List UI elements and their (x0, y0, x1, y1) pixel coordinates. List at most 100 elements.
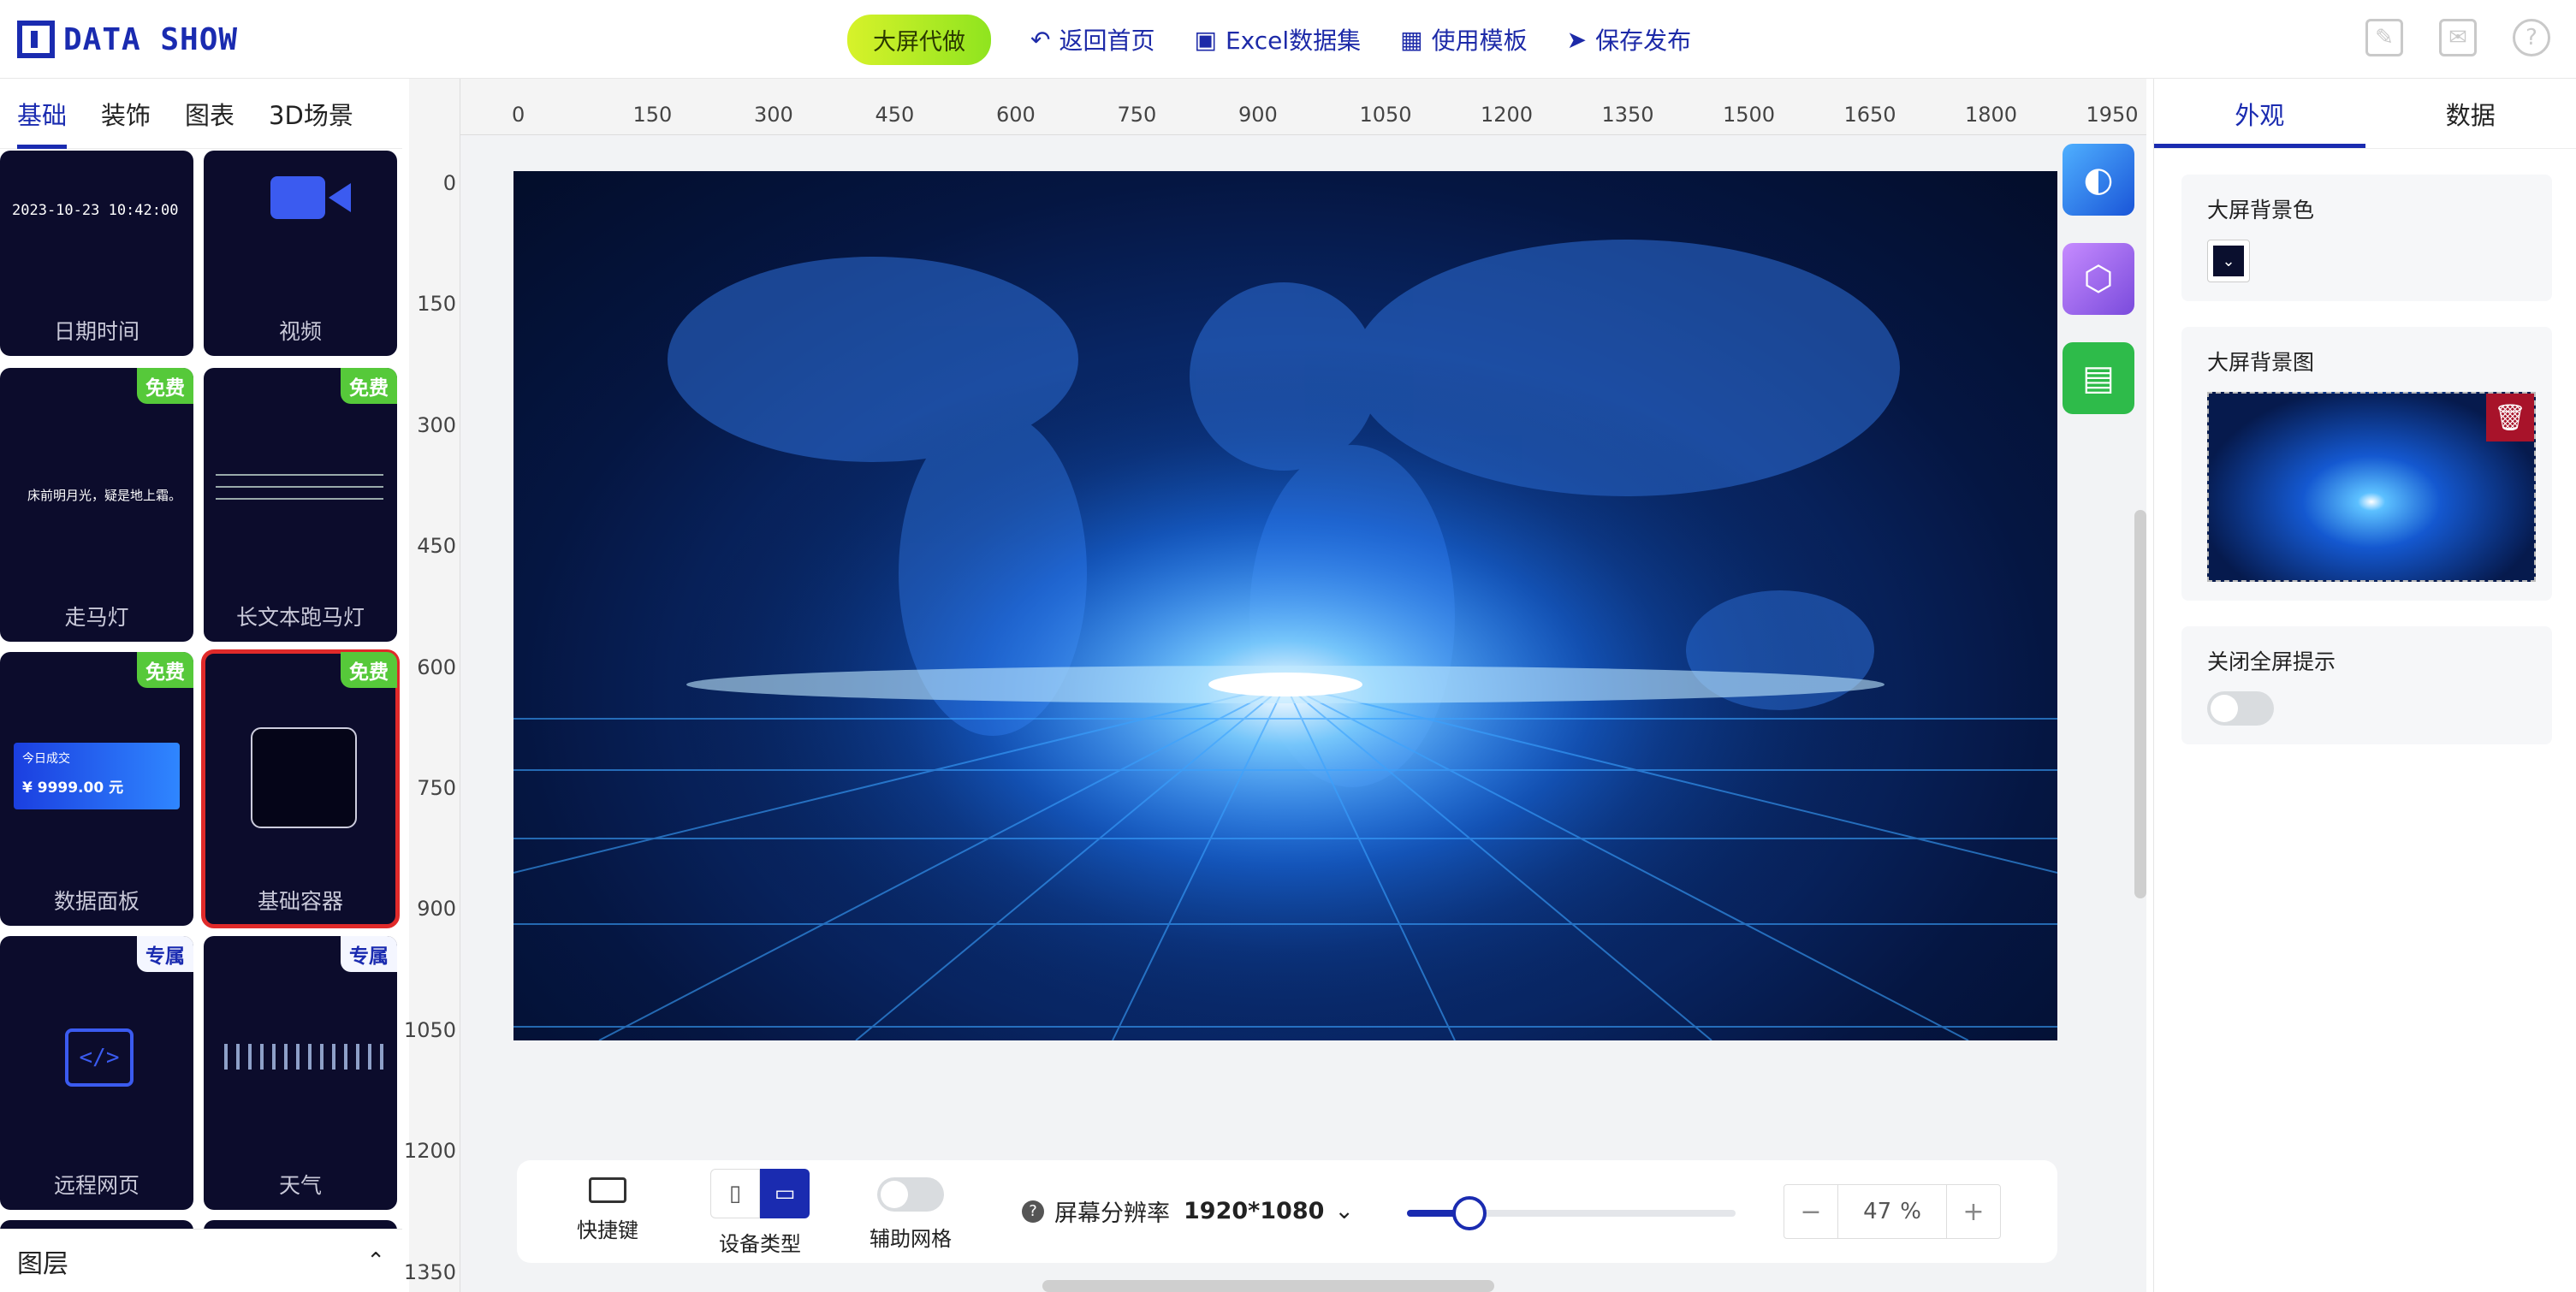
chevron-up-icon[interactable]: ⌃ (366, 1248, 385, 1274)
ruler-tick-label: 1200 (1481, 103, 1534, 127)
component-card-weather[interactable]: 专属 天气 (204, 936, 397, 1210)
data-panel-preview: 今日成交 ¥ 9999.00 元 (14, 743, 180, 809)
canvas-bottom-toolbar: 快捷键 ▯ ▭ 设备类型 辅助网格 ? 屏幕分辨率 1920*1080 ⌄ − … (517, 1160, 2057, 1263)
component-card-datetime[interactable]: 2023-10-23 10:42:00 日期时间 (0, 151, 193, 356)
card-label: 天气 (278, 1173, 322, 1198)
layers-label: 图层 (17, 1248, 68, 1279)
component-card-data-panel[interactable]: 免费 今日成交 ¥ 9999.00 元 数据面板 (0, 652, 193, 926)
zoom-in-button[interactable]: + (1947, 1197, 2000, 1227)
help-icon[interactable]: ? (2513, 19, 2550, 56)
vertical-ruler: 0 150 300 450 600 750 900 1050 1200 1350 (404, 79, 460, 1292)
theme-tool-button[interactable]: ◐ (2063, 144, 2134, 216)
component-card-basic-container[interactable]: 免费 基础容器 (201, 649, 400, 928)
3d-tool-button[interactable]: ⬡ (2063, 243, 2134, 315)
free-badge: 免费 (341, 652, 397, 688)
ruler-tick-label: 750 (417, 776, 456, 800)
fullscreen-tip-toggle[interactable] (2207, 691, 2274, 726)
ruler-tick-label: 150 (417, 292, 456, 317)
big-screen-canvas[interactable] (513, 171, 2057, 1040)
resolution-label: 屏幕分辨率 (1054, 1200, 1170, 1227)
ruler-tick-label: 1350 (403, 1259, 456, 1284)
logo-icon (17, 21, 55, 58)
fullscreen-tip-label: 关闭全屏提示 (2207, 649, 2336, 674)
delete-image-button[interactable]: 🗑 (2486, 394, 2534, 442)
data-panel-preview-value: ¥ 9999.00 元 (22, 779, 124, 797)
long-text-preview (216, 469, 383, 508)
header-right-icons: ✎ ✉ ? (2365, 19, 2550, 56)
excel-icon: ▤ (2082, 359, 2115, 398)
vertical-scrollbar[interactable] (2134, 510, 2146, 898)
layers-panel-header[interactable]: 图层 ⌃ (0, 1229, 402, 1292)
fullscreen-tip-section: 关闭全屏提示 (2181, 626, 2552, 744)
code-icon: </> (65, 1028, 134, 1087)
clipboard-icon[interactable]: ✎ (2365, 19, 2403, 56)
grid-helper-label: 辅助网格 (870, 1227, 952, 1251)
ruler-tick-label: 1050 (403, 1017, 456, 1042)
ruler-tick-label: 300 (754, 103, 793, 127)
chevron-down-icon: ⌄ (2213, 246, 2244, 276)
tab-decoration[interactable]: 装饰 (84, 79, 168, 149)
tab-appearance[interactable]: 外观 (2154, 79, 2365, 148)
card-label: 数据面板 (53, 889, 139, 914)
card-label: 走马灯 (64, 605, 129, 630)
excel-icon: ▣ (1194, 25, 1217, 54)
component-card-long-text-marquee[interactable]: 免费 长文本跑马灯 (204, 368, 397, 642)
excel-dataset-link[interactable]: ▣ Excel数据集 (1194, 22, 1361, 56)
ruler-tick-label: 300 (417, 412, 456, 437)
ruler-tick-label: 0 (442, 171, 456, 195)
bg-color-label: 大屏背景色 (2207, 198, 2315, 222)
shortcut-keys-button[interactable]: 快捷键 (577, 1177, 638, 1243)
ruler-tick-label: 900 (1238, 103, 1278, 127)
exclusive-badge: 专属 (137, 936, 193, 972)
container-preview (251, 727, 357, 828)
mail-icon[interactable]: ✉ (2439, 19, 2477, 56)
zoom-out-button[interactable]: − (1784, 1197, 1837, 1227)
bg-image-thumbnail[interactable]: 🗑 (2207, 392, 2536, 582)
back-home-link[interactable]: ↶ 返回首页 (1030, 22, 1154, 56)
ruler-tick-label: 1950 (2086, 103, 2139, 127)
horizontal-scrollbar[interactable] (1042, 1280, 1494, 1292)
canvas-side-tools: ◐ ⬡ ▤ (2063, 144, 2134, 414)
card-label: 长文本跑马灯 (235, 605, 365, 630)
ruler-tick-label: 1800 (1965, 103, 2018, 127)
component-card-remote-webpage[interactable]: 专属 </> 远程网页 (0, 936, 193, 1210)
card-label: 远程网页 (53, 1173, 139, 1198)
bg-color-picker[interactable]: ⌄ (2207, 240, 2250, 282)
zoom-slider-handle[interactable] (1451, 1196, 1487, 1230)
zoom-unit: % (1900, 1199, 1921, 1224)
tab-basic[interactable]: 基础 (0, 79, 84, 149)
ruler-tick-label: 1050 (1359, 103, 1412, 127)
mobile-device-button[interactable]: ▯ (710, 1169, 760, 1218)
zoom-stepper: − 47% + (1784, 1184, 2001, 1239)
desktop-device-button[interactable]: ▭ (760, 1169, 810, 1218)
logo[interactable]: DATA SHOW (17, 19, 238, 60)
zoom-input[interactable]: 47% (1837, 1184, 1947, 1239)
ruler-tick-label: 750 (1117, 103, 1157, 127)
custom-build-button[interactable]: 大屏代做 (847, 14, 991, 65)
tab-data[interactable]: 数据 (2365, 79, 2576, 148)
properties-panel: 外观 数据 大屏背景色 ⌄ 大屏背景图 🗑 关闭全屏提示 (2153, 79, 2576, 1292)
zoom-slider-track[interactable] (1407, 1196, 1736, 1230)
card-label: 基础容器 (257, 889, 343, 914)
tab-3d-scene[interactable]: 3D场景 (252, 79, 371, 149)
ruler-tick-label: 600 (996, 103, 1036, 127)
grid-toggle[interactable] (877, 1177, 944, 1212)
save-publish-link[interactable]: ➤ 保存发布 (1567, 22, 1691, 56)
component-card-marquee[interactable]: 免费 床前明月光，疑是地上霜。 走马灯 (0, 368, 193, 642)
resolution-value: 1920*1080 (1184, 1198, 1325, 1224)
device-type-label: 设备类型 (719, 1232, 801, 1256)
free-badge: 免费 (137, 368, 193, 404)
logo-text: DATA SHOW (63, 21, 239, 57)
component-card-partial[interactable] (204, 1220, 397, 1229)
device-type-group: ▯ ▭ 设备类型 (710, 1169, 810, 1257)
use-template-link[interactable]: ▦ 使用模板 (1400, 22, 1527, 56)
free-badge: 免费 (137, 652, 193, 688)
tab-chart[interactable]: 图表 (168, 79, 252, 149)
marquee-preview: 床前明月光，疑是地上霜。 (27, 488, 182, 503)
template-icon: ▦ (1400, 25, 1423, 54)
component-card-partial[interactable] (0, 1220, 193, 1229)
component-card-video[interactable]: 视频 (204, 151, 397, 356)
weather-preview (216, 1044, 383, 1070)
resolution-selector[interactable]: ? 屏幕分辨率 1920*1080 ⌄ (1022, 1194, 1354, 1228)
excel-tool-button[interactable]: ▤ (2063, 342, 2134, 414)
